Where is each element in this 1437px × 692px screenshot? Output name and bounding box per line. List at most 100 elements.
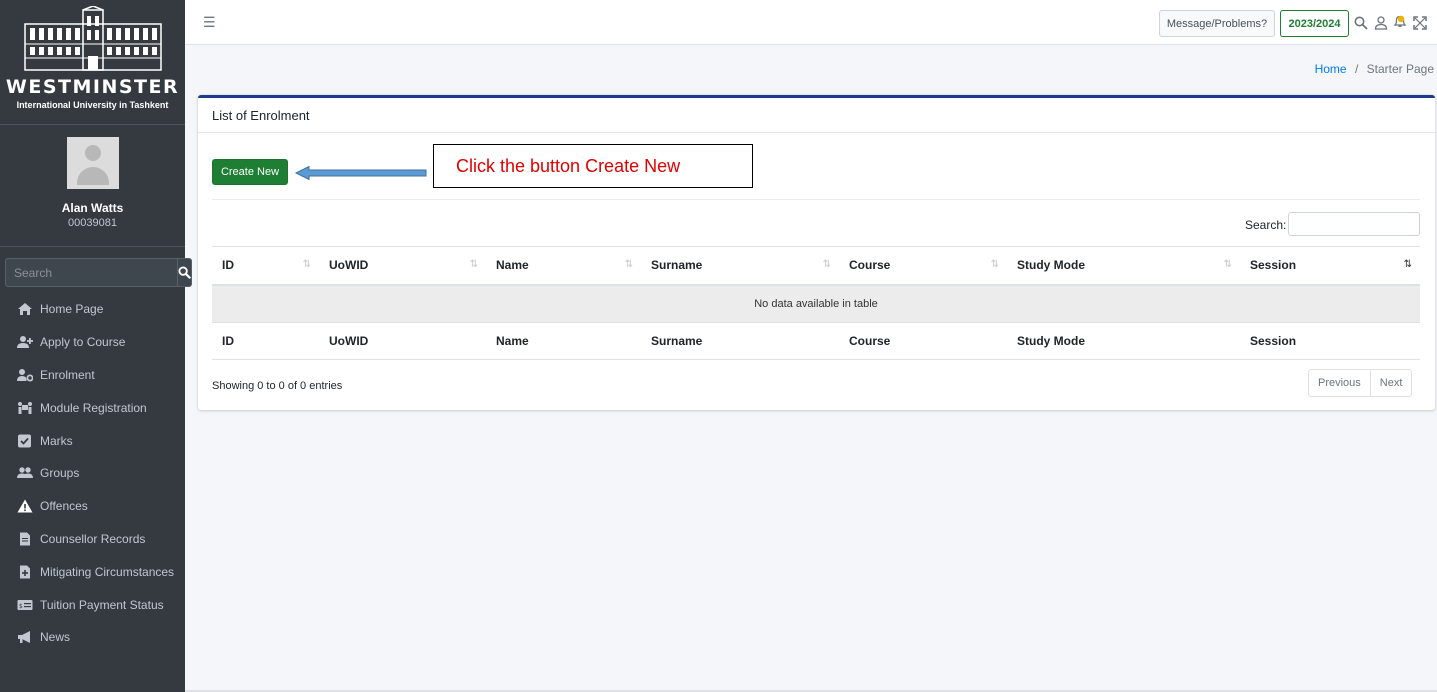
- sort-icon: ⇅: [990, 259, 999, 270]
- file-icon: [20, 532, 30, 546]
- menu-item-label: Tuition Payment Status: [40, 597, 164, 612]
- menu-item-label: Home Page: [40, 302, 104, 317]
- breadcrumb-home-link[interactable]: Home: [1315, 62, 1347, 76]
- avatar[interactable]: [66, 137, 119, 189]
- sort-icon: ⇅: [624, 259, 633, 270]
- users-cog-icon: [17, 368, 33, 382]
- menu-item-label: Offences: [40, 499, 88, 514]
- menu-item-mitigating-circumstances[interactable]: Mitigating Circumstances: [0, 555, 185, 588]
- sidebar: WESTMINSTER International University in …: [0, 0, 192, 692]
- menu-item-label: Groups: [40, 466, 80, 481]
- message-problems-button[interactable]: Message/Problems?: [1159, 10, 1275, 37]
- previous-page-button[interactable]: Previous: [1309, 370, 1371, 396]
- sidebar-menu: Home Page Apply to Course Enrolment Modu…: [0, 293, 185, 654]
- column-header-course[interactable]: Course ⇅: [839, 246, 1007, 286]
- top-navbar: ☰ Message/Problems? 2023/2024: [185, 0, 1437, 45]
- enrolment-table: ID ⇅ UoWID ⇅ Name ⇅ Surname ⇅ Course ⇅ Study …: [212, 246, 1420, 360]
- user-icon[interactable]: [1374, 16, 1388, 30]
- menu-item-groups[interactable]: Groups: [0, 457, 185, 490]
- footer-cell-study-mode: Study Mode: [1007, 322, 1240, 360]
- check-square-icon: [18, 434, 31, 448]
- sort-icon: ⇅: [302, 259, 311, 270]
- table-search-input[interactable]: [1288, 212, 1420, 236]
- user-panel: Alan Watts 00039081: [0, 125, 185, 247]
- footer-cell-session: Session: [1240, 322, 1420, 360]
- column-header-label: Session: [1250, 258, 1297, 273]
- pagination: Previous Next: [1308, 369, 1413, 397]
- table-header-row: ID ⇅ UoWID ⇅ Name ⇅ Surname ⇅ Course ⇅ Study …: [212, 246, 1420, 286]
- column-header-session[interactable]: Session ⇅: [1240, 246, 1420, 286]
- warning-icon: [17, 499, 33, 513]
- users-icon: [17, 467, 33, 479]
- menu-item-news[interactable]: News: [0, 621, 185, 654]
- sidebar-search-input[interactable]: [5, 258, 177, 287]
- footer-cell-uowid: UoWID: [319, 322, 486, 360]
- sort-icon: ⇅: [822, 259, 831, 270]
- menu-item-label: Enrolment: [40, 367, 95, 382]
- menu-item-label: Marks: [40, 433, 73, 448]
- file-plus-icon: [20, 565, 30, 579]
- menu-item-module-registration[interactable]: Module Registration: [0, 391, 185, 424]
- table-row: No data available in table: [212, 284, 1420, 323]
- brand-name: WESTMINSTER: [5, 76, 180, 98]
- hamburger-menu-icon[interactable]: ☰: [203, 14, 216, 31]
- column-header-surname[interactable]: Surname ⇅: [641, 246, 839, 286]
- column-header-label: Name: [496, 258, 529, 273]
- column-header-study-mode[interactable]: Study Mode ⇅: [1007, 246, 1240, 286]
- user-name[interactable]: Alan Watts: [62, 201, 124, 215]
- notification-bell-icon[interactable]: [1393, 14, 1407, 28]
- footer-cell-name: Name: [486, 322, 641, 360]
- menu-item-enrolment[interactable]: Enrolment: [0, 359, 185, 392]
- callout-arrow-icon: [294, 166, 427, 180]
- table-footer-row: ID UoWID Name Surname Course Study Mode …: [212, 322, 1420, 360]
- table-info: Showing 0 to 0 of 0 entries: [212, 380, 343, 392]
- svg-text:$: $: [19, 603, 23, 610]
- column-header-label: Study Mode: [1017, 258, 1085, 273]
- fullscreen-icon[interactable]: [1413, 16, 1427, 30]
- user-id: 00039081: [68, 217, 117, 229]
- breadcrumb: Home / Starter Page: [1315, 62, 1434, 76]
- money-card-icon: $: [17, 599, 33, 610]
- sidebar-search-button[interactable]: [177, 258, 192, 287]
- menu-item-label: News: [40, 630, 71, 645]
- menu-item-label: Apply to Course: [40, 335, 126, 350]
- menu-item-counsellor-records[interactable]: Counsellor Records: [0, 523, 185, 556]
- avatar-head: [84, 145, 101, 161]
- column-header-id[interactable]: ID ⇅: [212, 246, 319, 286]
- divider: [212, 199, 1420, 200]
- column-header-label: UoWID: [329, 258, 369, 273]
- column-header-label: Surname: [651, 258, 703, 273]
- menu-item-tuition-payment-status[interactable]: $ Tuition Payment Status: [0, 588, 185, 621]
- column-header-label: Course: [849, 258, 891, 273]
- sort-icon: ⇅: [1223, 259, 1232, 270]
- user-plus-icon: [17, 336, 33, 349]
- column-header-name[interactable]: Name ⇅: [486, 246, 641, 286]
- breadcrumb-separator: /: [1354, 62, 1359, 76]
- breadcrumb-current: Starter Page: [1366, 62, 1434, 76]
- search-icon[interactable]: [1354, 16, 1368, 30]
- menu-item-marks[interactable]: Marks: [0, 424, 185, 457]
- menu-item-label: Counsellor Records: [40, 531, 146, 546]
- brand-logo[interactable]: WESTMINSTER International University in …: [0, 0, 185, 125]
- next-page-button[interactable]: Next: [1371, 370, 1412, 396]
- empty-table-message: No data available in table: [212, 284, 1420, 323]
- table-search-label: Search:: [1245, 218, 1287, 232]
- footer-cell-surname: Surname: [641, 322, 839, 360]
- university-building-logo: [23, 6, 162, 71]
- sort-descending-icon: ⇅: [1403, 259, 1412, 270]
- academic-year-button[interactable]: 2023/2024: [1280, 10, 1349, 37]
- menu-item-apply-to-course[interactable]: Apply to Course: [0, 326, 185, 359]
- sort-icon: ⇅: [469, 259, 478, 270]
- menu-item-home-page[interactable]: Home Page: [0, 293, 185, 326]
- create-new-button[interactable]: Create New: [212, 159, 288, 185]
- footer-cell-id: ID: [212, 322, 319, 360]
- people-carry-icon: [18, 401, 32, 414]
- search-icon: [178, 266, 191, 279]
- column-header-uowid[interactable]: UoWID ⇅: [319, 246, 486, 286]
- enrolment-card: List of Enrolment Create New Click the b…: [198, 95, 1435, 410]
- menu-item-offences[interactable]: Offences: [0, 490, 185, 523]
- instruction-callout: Click the button Create New: [433, 144, 753, 188]
- footer-cell-course: Course: [839, 322, 1007, 360]
- brand-subtitle: International University in Tashkent: [16, 100, 169, 110]
- card-title: List of Enrolment: [198, 98, 1435, 133]
